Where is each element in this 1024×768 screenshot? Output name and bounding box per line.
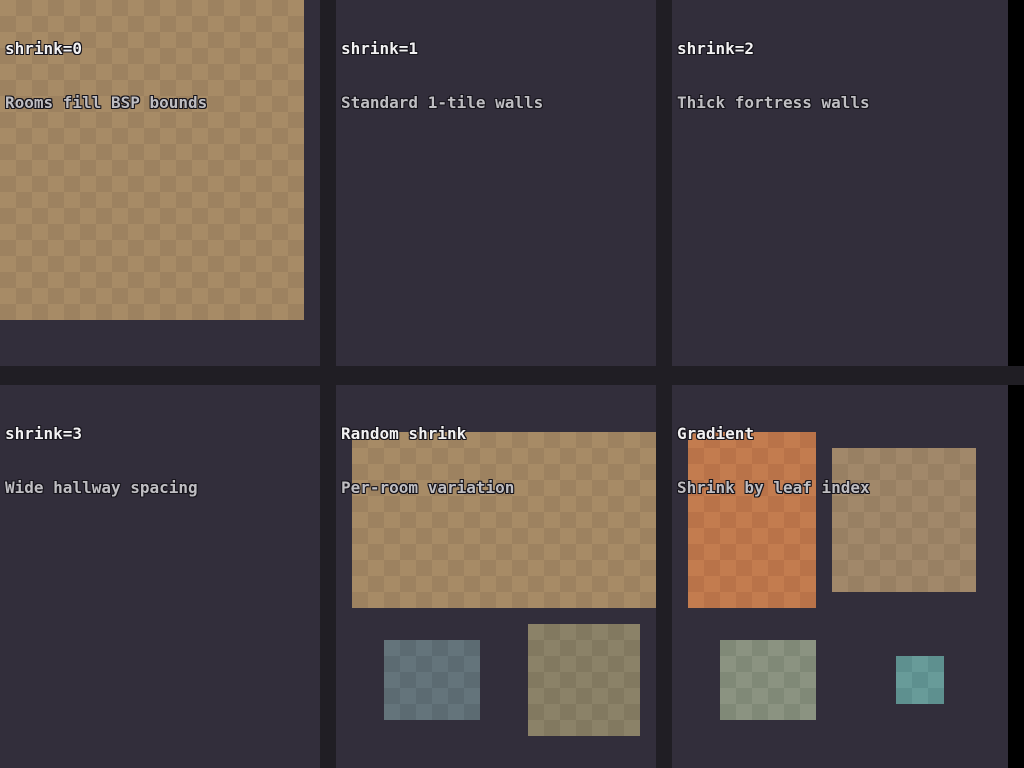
panel-title: shrink=2 [677,40,870,58]
panel-subtitle: Per-room variation [341,479,514,497]
panel-title: shrink=0 [5,40,207,58]
panel-title: shrink=1 [341,40,543,58]
panel-shrink-2: shrink=2 Thick fortress walls [672,0,1008,366]
room-rect-sage [720,640,816,720]
bsp-demo-grid: shrink=0 Rooms fill BSP bounds shrink=1 … [0,0,1024,768]
canvas-right-margin-bottom [1008,385,1024,768]
canvas-right-margin-top [1008,0,1024,366]
panel-shrink-0: shrink=0 Rooms fill BSP bounds [0,0,320,366]
panel-title: Gradient [677,425,870,443]
panel-label: shrink=1 Standard 1-tile walls [341,4,543,148]
panel-gradient: Gradient Shrink by leaf index [672,385,1008,768]
panel-shrink-3: shrink=3 Wide hallway spacing [0,385,320,768]
panel-subtitle: Shrink by leaf index [677,479,870,497]
panel-title: shrink=3 [5,425,198,443]
panel-label: Random shrink Per-room variation [341,389,514,533]
panel-label: shrink=3 Wide hallway spacing [5,389,198,533]
room-rect-olive [528,624,640,736]
room-rect-slate [384,640,480,720]
panel-subtitle: Rooms fill BSP bounds [5,94,207,112]
panel-subtitle: Standard 1-tile walls [341,94,543,112]
panel-shrink-1: shrink=1 Standard 1-tile walls [336,0,656,366]
panel-label: Gradient Shrink by leaf index [677,389,870,533]
panel-label: shrink=2 Thick fortress walls [677,4,870,148]
panel-subtitle: Wide hallway spacing [5,479,198,497]
panel-title: Random shrink [341,425,514,443]
room-rect-teal [896,656,944,704]
panel-random-shrink: Random shrink Per-room variation [336,385,656,768]
panel-subtitle: Thick fortress walls [677,94,870,112]
panel-label: shrink=0 Rooms fill BSP bounds [5,4,207,148]
